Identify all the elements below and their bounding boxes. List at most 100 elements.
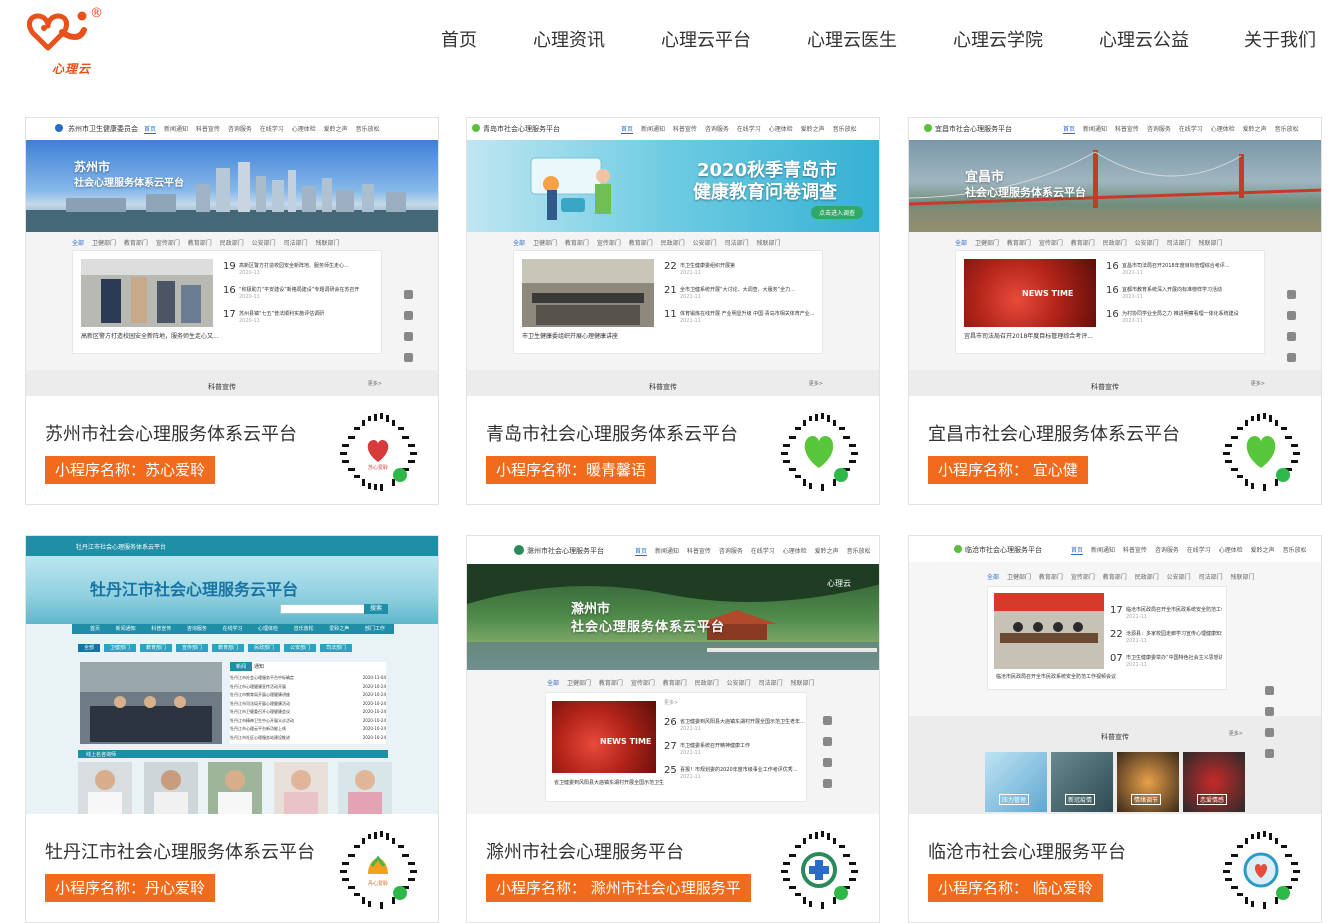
- card-title[interactable]: 临沧市社会心理服务平台: [928, 838, 1126, 864]
- mini-tabs: 全部 卫健部门 教育部门 宣传部门 教育部门 民政部门 公安部门 司法部门: [78, 644, 353, 652]
- list-item: 19 高新区警方打造校园安全新阵地、服务师生走心... 2020-11: [223, 261, 349, 276]
- card-title[interactable]: 滁州市社会心理服务平台: [486, 838, 684, 864]
- nav-academy[interactable]: 心理云学院: [953, 26, 1043, 52]
- mini-tabs: 全部 卫健部门 教育部门 宣传部门 教育部门 民政部门 公安部门 司法部门 残联…: [955, 240, 1223, 247]
- list-item: 牡丹江市精神卫生中心开展义诊活动 2020-10-24: [230, 717, 386, 723]
- list-item: 25 喜报！市规划委的2020年度市级事业工作考评优秀... 2021-11: [664, 765, 798, 780]
- expert-photos: [78, 762, 394, 814]
- mini-program-badge: 小程序名称： 临心爱聆: [928, 874, 1103, 902]
- list-item: 牡丹江市社区心理服务站建设推进 2020-10-24: [230, 734, 386, 740]
- mini-menu: 首页 新闻通知 科普宣传 咨询服务 在线学习 心理体检 爱聆之声 音乐放松: [1063, 126, 1299, 134]
- mini-side-toolbar: [1263, 686, 1275, 786]
- mini-menu: 首页 新闻通知 科普宣传 咨询服务 在线学习 心理体检 爱聆之声 音乐放松: [1071, 547, 1307, 555]
- main-nav: 首页 心理资讯 心理云平台 心理云医生 心理云学院 心理云公益 关于我们: [0, 26, 1337, 52]
- nav-platform[interactable]: 心理云平台: [661, 26, 751, 52]
- mini-site-header: 临沧市社会心理服务平台 首页 新闻通知 科普宣传 咨询服务 在线学习 心理体检 …: [909, 536, 1321, 562]
- mini-site-header: 宜昌市社会心理服务平台 首页 新闻通知 科普宣传 咨询服务 在线学习 心理体检 …: [909, 118, 1321, 140]
- mini-menu: 首页 新闻通知 科普宣传 咨询服务 在线学习 心理体检 音乐放松 爱聆之声 部门…: [72, 624, 394, 634]
- qr-code-icon: [781, 831, 858, 909]
- mini-news-list: 新闻 通知 牡丹江市社会心理服务平台中标确定 2020-11-04 牡丹江市心理健…: [230, 662, 386, 744]
- card-title[interactable]: 牡丹江市社会心理服务体系云平台: [45, 838, 315, 864]
- mini-site-name: 青岛市社会心理服务平台: [483, 125, 560, 133]
- mini-menu: 首页 新闻通知 科普宣传 咨询服务 在线学习 心理体检 爱聆之声 音乐放松: [635, 548, 871, 556]
- list-item: 16 为村协同学业全局之力 推进明察看理一体化系统建设 2021-11: [1106, 309, 1239, 324]
- platform-card[interactable]: 宜昌市社会心理服务平台 首页 新闻通知 科普宣传 咨询服务 在线学习 心理体检 …: [908, 117, 1322, 505]
- platform-screenshot[interactable]: 宜昌市社会心理服务平台 首页 新闻通知 科普宣传 咨询服务 在线学习 心理体检 …: [909, 118, 1321, 396]
- mini-site-header: 青岛市社会心理服务平台 首页 新闻通知 科普宣传 咨询服务 在线学习 心理体检 …: [467, 118, 879, 140]
- mini-footer-bar: 科普宣传 更多>: [909, 370, 1321, 396]
- mini-site-header: 苏州市卫生健康委员会 首页 新闻通知 科普宣传 咨询服务 在线学习 心理体检 爱…: [26, 118, 438, 140]
- mini-tabs: 全部 卫健部门 教育部门 宣传部门 教育部门 民政部门 公安部门 司法部门 残联…: [547, 680, 815, 687]
- platform-card[interactable]: 苏州市卫生健康委员会 首页 新闻通知 科普宣传 咨询服务 在线学习 心理体检 爱…: [25, 117, 439, 505]
- registered-mark: ®: [90, 6, 103, 21]
- survey-button: 点击进入调查: [811, 206, 864, 219]
- emblem-icon: [514, 545, 524, 555]
- svg-text:苏心爱聆: 苏心爱聆: [368, 464, 388, 471]
- mini-banner: 苏州市 社会心理服务体系云平台: [26, 140, 438, 232]
- mini-footer-bar: 科普宣传 更多>: [26, 370, 438, 396]
- mini-menu: 首页 新闻通知 科普宣传 咨询服务 在线学习 心理体检 爱聆之声 音乐放松: [621, 126, 857, 134]
- nav-home[interactable]: 首页: [441, 26, 477, 52]
- list-item: 21 全市卫健系统开展“大讨论、大调查、大服务”全力... 2021-11: [664, 285, 795, 300]
- platform-screenshot[interactable]: 临沧市社会心理服务平台 首页 新闻通知 科普宣传 咨询服务 在线学习 心理体检 …: [909, 536, 1321, 814]
- list-item: 27 市卫健委系统召开精神健康工作 2021-11: [664, 741, 751, 756]
- mini-banner: 宜昌市 社会心理服务体系云平台: [909, 140, 1321, 232]
- mini-footer-bar: 科普宣传 更多>: [467, 370, 879, 396]
- mini-site-header: 滁州市社会心理服务平台 首页 新闻通知 科普宣传 咨询服务 在线学习 心理体检 …: [467, 536, 879, 564]
- mini-banner: 牡丹江市社会心理服务云平台 搜索: [26, 556, 438, 624]
- nav-about[interactable]: 关于我们: [1244, 26, 1316, 52]
- list-item: 16 宜昌市司法局召开2018年度目标管理综合考评... 2021-11: [1106, 261, 1230, 276]
- nav-news[interactable]: 心理资讯: [533, 26, 605, 52]
- list-item: 11 体育锻炼在线开展 产业明显升级 中国·青岛市相关体育产业... 2021-11: [664, 309, 815, 324]
- news-photo: [80, 662, 222, 744]
- mini-site-name: 临沧市社会心理服务平台: [965, 546, 1042, 554]
- mini-site-name: 苏州市卫生健康委员会: [68, 125, 138, 133]
- mini-site-name: 滁州市社会心理服务平台: [527, 547, 604, 555]
- mini-science-section: 科普宣传 更多> 压力管理 新冠疫情 情绪调节 恋爱情感: [909, 716, 1321, 814]
- list-item: 牡丹江市司法局开展心理健康活动 2020-10-24: [230, 700, 386, 706]
- experts-bar: 线上名咨询师: [78, 750, 388, 758]
- emblem-icon: [55, 124, 63, 132]
- site-header: ® 心理云 首页 心理资讯 心理云平台 心理云医生 心理云学院 心理云公益 关于…: [0, 0, 1337, 80]
- platform-screenshot[interactable]: 青岛市社会心理服务平台 首页 新闻通知 科普宣传 咨询服务 在线学习 心理体检 …: [467, 118, 879, 396]
- mini-tabs: 全部 卫健部门 教育部门 宣传部门 教育部门 民政部门 公安部门 司法部门 残联…: [72, 240, 340, 247]
- platform-card[interactable]: 滁州市社会心理服务平台 首页 新闻通知 科普宣传 咨询服务 在线学习 心理体检 …: [466, 535, 880, 923]
- news-photo: [81, 259, 213, 327]
- mini-news-list: 更多> 26 省卫健委到风阳县大庙镇东湖村开展全国示范卫生老年... 2021-11…: [664, 699, 805, 785]
- list-item: 牡丹江市社会心理服务平台中标确定 2020-11-04: [230, 675, 386, 680]
- card-title[interactable]: 苏州市社会心理服务体系云平台: [45, 420, 297, 446]
- mini-news-panel: NEWS TIME 宜昌市司法局召开2018年度目标管理综合考评... 16 宜昌…: [955, 250, 1265, 354]
- list-item: 牡丹江市教育局开展心理健康讲座 2020-10-24: [230, 692, 386, 697]
- nav-doctor[interactable]: 心理云医生: [807, 26, 897, 52]
- list-item: 07市卫生健康委举办“中国特色社会主义思想讲堂”活动2021-11: [1110, 653, 1222, 668]
- leaf-logo-icon: [924, 124, 932, 132]
- tile-item: 情绪调节: [1117, 752, 1179, 812]
- leaf-logo-icon: [954, 545, 962, 553]
- mini-news-list: 22 市卫生健康委组织开展第 2021-11 21 全市卫健系统开展“大讨论、大调查、…: [664, 257, 816, 329]
- card-title[interactable]: 宜昌市社会心理服务体系云平台: [928, 420, 1180, 446]
- card-title[interactable]: 青岛市社会心理服务体系云平台: [486, 420, 738, 446]
- platform-card[interactable]: 青岛市社会心理服务平台 首页 新闻通知 科普宣传 咨询服务 在线学习 心理体检 …: [466, 117, 880, 505]
- tile-item: 恋爱情感: [1183, 752, 1245, 812]
- list-item: 牡丹江市心理云平台新功能上线 2020-10-24: [230, 726, 386, 731]
- qr-code-icon: [1223, 831, 1300, 909]
- list-item: 22 市卫生健康委组织开展第 2021-11: [664, 261, 736, 276]
- mini-banner: 滁州市 社会心理服务体系云平台 心理云: [467, 564, 879, 670]
- qr-code-icon: 丹心爱聆: [340, 831, 417, 909]
- platform-card[interactable]: 临沧市社会心理服务平台 首页 新闻通知 科普宣传 咨询服务 在线学习 心理体检 …: [908, 535, 1322, 923]
- search-button: 搜索: [364, 604, 389, 614]
- nav-charity[interactable]: 心理云公益: [1099, 26, 1189, 52]
- mini-program-badge: 小程序名称：暖青馨语: [486, 456, 657, 484]
- mini-news-list: 17临沧市民政局召开全市民政系统安全防范工作视频会议2021-11 22沧源县：…: [1110, 601, 1222, 673]
- leaf-logo-icon: [472, 124, 480, 132]
- news-time-photo: NEWS TIME: [552, 701, 656, 773]
- platform-card[interactable]: 牡丹江市社会心理服务体系云平台 牡丹江市社会心理服务云平台 搜索 首页 新闻通知…: [25, 535, 439, 923]
- mini-news-list: 16 宜昌市司法局召开2018年度目标管理综合考评... 2021-11 16 宜都市…: [1106, 257, 1258, 329]
- platform-screenshot[interactable]: 苏州市卫生健康委员会 首页 新闻通知 科普宣传 咨询服务 在线学习 心理体检 爱…: [26, 118, 438, 396]
- platform-screenshot[interactable]: 牡丹江市社会心理服务体系云平台 牡丹江市社会心理服务云平台 搜索 首页 新闻通知…: [26, 536, 438, 814]
- mini-program-badge: 小程序名称： 宜心健: [928, 456, 1088, 484]
- mini-banner: 2020秋季青岛市 健康教育问卷调查 点击进入调查: [467, 140, 879, 232]
- mini-tabs: 全部 卫健部门 教育部门 宣传部门 教育部门 民政部门 公安部门 司法部门 残联…: [987, 574, 1255, 581]
- platform-screenshot[interactable]: 滁州市社会心理服务平台 首页 新闻通知 科普宣传 咨询服务 在线学习 心理体检 …: [467, 536, 879, 814]
- mini-news-list: 19 高新区警方打造校园安全新阵地、服务师生走心... 2020-11 16 “积极助…: [223, 257, 375, 329]
